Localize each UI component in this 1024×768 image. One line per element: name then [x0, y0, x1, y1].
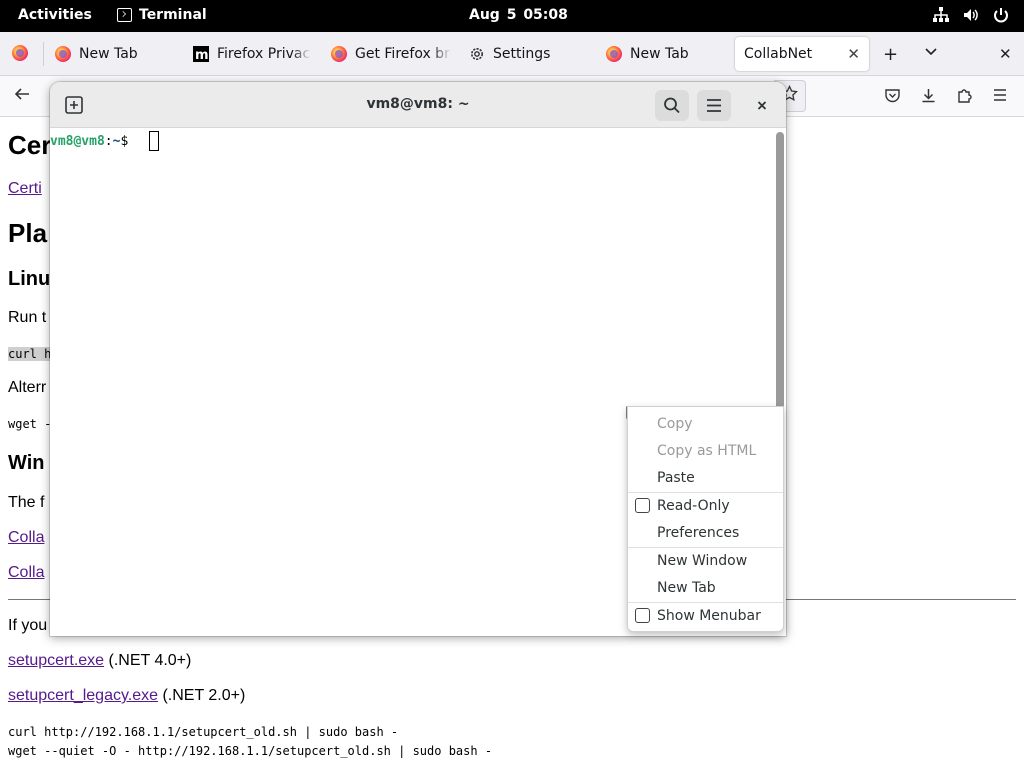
main-menu-button[interactable]: [697, 90, 731, 121]
run-instruction: Run t: [8, 309, 47, 326]
puzzle-icon: [958, 89, 972, 103]
volume-icon: [964, 9, 978, 21]
tab-settings[interactable]: Settings: [469, 32, 589, 76]
pocket-button[interactable]: [884, 87, 901, 108]
svg-text:m: m: [195, 48, 209, 62]
curl-old-command: curl http://192.168.1.1/setupcert_old.sh…: [8, 725, 399, 739]
pocket-icon: [885, 89, 900, 103]
firefox-icon: [12, 45, 28, 61]
prompt-separator: :: [104, 134, 113, 149]
collab-link-2[interactable]: Colla: [8, 564, 44, 581]
system-tray[interactable]: [932, 6, 1010, 24]
shell-prompt: vm8@vm8:~$: [50, 134, 136, 149]
page-heading: Cer: [8, 130, 52, 160]
certificate-link[interactable]: Certi: [8, 180, 42, 197]
back-button[interactable]: [13, 85, 31, 108]
legacy-instruction: If you: [8, 617, 48, 634]
network-icon: [933, 7, 949, 22]
list-all-tabs-button[interactable]: [924, 42, 938, 63]
app-menu-button[interactable]: [992, 87, 1008, 107]
setupcert-legacy-link[interactable]: setupcert_legacy.exe: [8, 687, 158, 704]
download-icon: [922, 89, 935, 103]
text-cursor: [149, 131, 159, 151]
collab-link-row-2: Colla: [8, 564, 44, 582]
terminal-icon: [117, 8, 132, 22]
setupcert-note: (.NET 4.0+): [104, 652, 192, 669]
windows-instruction: The f: [8, 494, 45, 511]
firefox-icon: [606, 46, 622, 62]
platform-heading: Pla: [8, 218, 48, 248]
activities-button[interactable]: Activities: [18, 7, 92, 23]
terminal-context-menu: Copy Copy as HTML Paste Read-Only Prefer…: [627, 406, 784, 632]
firefox-icon: [55, 46, 71, 62]
hamburger-icon: [994, 89, 1006, 101]
tab-label: New Tab: [79, 46, 138, 62]
alternative-text: Alterr: [8, 379, 47, 396]
tab-label: Settings: [493, 46, 551, 62]
setupcert-row: setupcert.exe (.NET 4.0+): [8, 652, 191, 670]
setupcert-legacy-note: (.NET 2.0+): [158, 687, 246, 704]
close-window-button[interactable]: ✕: [999, 45, 1012, 63]
tab-separator: [43, 42, 44, 66]
firefox-view-button[interactable]: [12, 45, 28, 66]
clock[interactable]: Aug 5 05:08: [469, 7, 568, 23]
tab-collabnet[interactable]: CollabNet ✕: [735, 37, 869, 71]
chevron-down-icon: [925, 48, 937, 56]
setupcert-link[interactable]: setupcert.exe: [8, 652, 104, 669]
mozilla-icon: m: [193, 46, 209, 62]
collab-link-row-1: Colla: [8, 529, 44, 547]
prompt-symbol: $: [120, 134, 137, 149]
downloads-button[interactable]: [920, 87, 937, 108]
menu-item-new-tab[interactable]: New Tab: [657, 577, 716, 599]
certificate-link-row: Certi: [8, 180, 42, 198]
wget-old-command: wget --quiet -O - http://192.168.1.1/set…: [8, 744, 493, 758]
windows-heading: Win: [8, 452, 45, 474]
gnome-top-bar: Activities Terminal Aug 5 05:08: [0, 0, 1024, 32]
terminal-header-bar[interactable]: vm8@vm8: ~: [50, 82, 786, 128]
tab-label: CollabNet: [744, 46, 813, 62]
tab-label: Firefox Privacy: [217, 46, 311, 62]
menu-item-paste[interactable]: Paste: [657, 467, 695, 489]
extensions-button[interactable]: [956, 87, 973, 108]
search-icon: [664, 97, 680, 114]
tab-get-firefox[interactable]: Get Firefox bro: [331, 32, 451, 76]
gear-icon: [471, 48, 483, 60]
tab-new-tab-1[interactable]: New Tab: [55, 32, 180, 76]
linux-heading: Linu: [8, 268, 51, 290]
new-tab-button[interactable]: +: [883, 44, 898, 65]
tab-new-tab-2[interactable]: New Tab: [606, 32, 724, 76]
tab-close-icon[interactable]: ✕: [847, 45, 860, 63]
prompt-user: vm8@vm8: [50, 134, 105, 149]
back-arrow-icon: [14, 88, 29, 100]
menu-item-show-menubar[interactable]: Show Menubar: [657, 605, 761, 627]
curl-command-snippet: curl h: [8, 347, 52, 361]
menu-item-new-window[interactable]: New Window: [657, 550, 747, 572]
app-menu[interactable]: Terminal: [117, 7, 207, 23]
menu-item-read-only[interactable]: Read-Only: [657, 495, 730, 517]
search-button[interactable]: [655, 90, 689, 121]
app-name: Terminal: [139, 7, 207, 23]
tab-label: New Tab: [630, 46, 689, 62]
menu-separator: [628, 602, 783, 603]
close-terminal-button[interactable]: [745, 90, 779, 121]
power-icon: [994, 8, 1008, 23]
menu-item-copy-as-html[interactable]: Copy as HTML: [657, 440, 756, 462]
wget-command-snippet: wget -: [8, 417, 52, 431]
menu-separator: [628, 547, 783, 548]
collab-link-1[interactable]: Colla: [8, 529, 44, 546]
tab-firefox-privacy[interactable]: m Firefox Privacy: [193, 32, 311, 76]
tab-label: Get Firefox bro: [355, 46, 451, 62]
firefox-icon: [331, 46, 347, 62]
read-only-checkbox[interactable]: [635, 498, 650, 513]
close-icon: [757, 101, 767, 110]
browser-tab-strip: New Tab m Firefox Privacy Get Firefox br…: [0, 32, 1024, 76]
menu-separator: [628, 492, 783, 493]
show-menubar-checkbox[interactable]: [635, 608, 650, 623]
setupcert-legacy-row: setupcert_legacy.exe (.NET 2.0+): [8, 687, 245, 705]
hamburger-icon: [707, 99, 721, 112]
menu-item-copy[interactable]: Copy: [657, 413, 693, 435]
menu-item-preferences[interactable]: Preferences: [657, 522, 739, 544]
